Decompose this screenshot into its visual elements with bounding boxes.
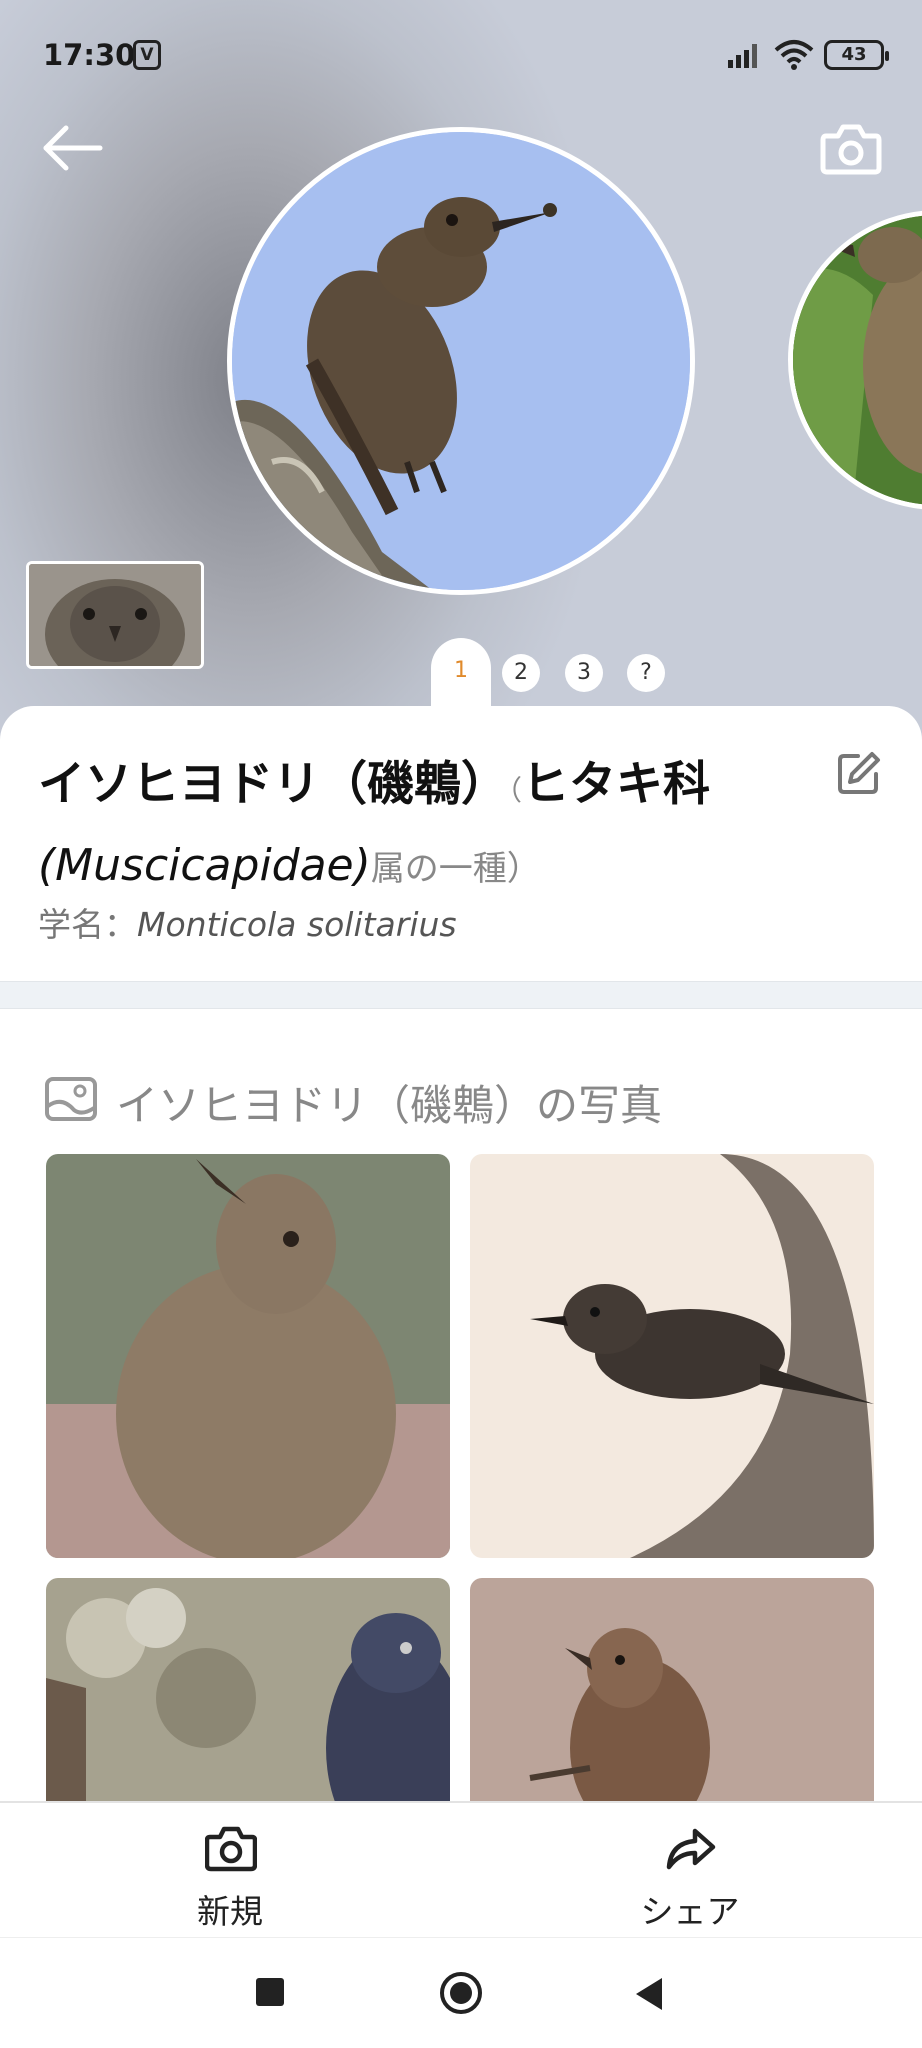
species-info-card: イソヒヨドリ（磯鵯）（ヒタキ科 (Muscicapidae)属の一種） 学名：Mo… bbox=[0, 706, 922, 981]
back-arrow-icon[interactable] bbox=[40, 118, 106, 178]
back-triangle-icon[interactable] bbox=[636, 1978, 662, 2010]
gallery-icon bbox=[45, 1077, 97, 1121]
species-title: イソヒヨドリ（磯鵯）（ヒタキ科 (Muscicapidae)属の一種） bbox=[38, 748, 838, 906]
status-bar: 17:30 V 43 bbox=[0, 0, 922, 110]
share-button-label: シェア bbox=[640, 1892, 740, 1931]
gallery-photo-4[interactable] bbox=[470, 1578, 874, 1801]
gallery-photo-2[interactable] bbox=[470, 1154, 874, 1558]
recents-icon[interactable] bbox=[256, 1978, 284, 2006]
gallery-photo-1[interactable] bbox=[46, 1154, 450, 1558]
new-button-label: 新規 bbox=[197, 1892, 263, 1931]
share-button[interactable]: シェア bbox=[590, 1803, 790, 1939]
new-button[interactable]: 新規 bbox=[130, 1803, 330, 1939]
photo-pager: 1 2 3 ? bbox=[0, 638, 922, 714]
gallery-photo-3[interactable] bbox=[46, 1578, 450, 1801]
species-name: イソヒヨドリ（磯鵯） bbox=[38, 757, 508, 812]
pager-dot-unknown[interactable]: ? bbox=[627, 654, 665, 692]
scientific-name-label: 学名： bbox=[38, 905, 137, 944]
family-suffix: 属の一種） bbox=[370, 849, 541, 889]
scientific-name: Monticola solitarius bbox=[137, 905, 457, 944]
family-name: ヒタキ科 bbox=[522, 757, 711, 812]
signal-icon bbox=[728, 44, 757, 68]
app-notification-icon: V bbox=[133, 40, 161, 70]
system-navigation-bar bbox=[0, 1937, 922, 2048]
next-bird-photo[interactable] bbox=[788, 210, 922, 510]
main-bird-photo[interactable] bbox=[227, 127, 695, 595]
camera-icon bbox=[205, 1826, 257, 1872]
family-open-paren: （ bbox=[508, 774, 523, 807]
bottom-action-bar: 新規 シェア bbox=[0, 1801, 922, 1937]
share-arrow-icon bbox=[666, 1828, 716, 1870]
wifi-icon bbox=[774, 40, 814, 70]
family-latin-name: (Muscicapidae) bbox=[38, 840, 371, 891]
status-time: 17:30 bbox=[43, 38, 136, 72]
battery-icon: 43 bbox=[824, 40, 889, 70]
species-hero: 17:30 V 43 1 2 3 ? bbox=[0, 0, 922, 760]
home-icon[interactable] bbox=[440, 1972, 482, 2014]
pager-dot-2[interactable]: 2 bbox=[502, 654, 540, 692]
camera-icon[interactable] bbox=[820, 120, 882, 176]
edit-icon[interactable] bbox=[836, 750, 882, 796]
photos-heading-text: イソヒヨドリ（磯鵯）の写真 bbox=[116, 1081, 663, 1130]
pager-dot-1[interactable]: 1 bbox=[431, 638, 491, 714]
section-divider bbox=[0, 981, 922, 1009]
scientific-name-row: 学名：Monticola solitarius bbox=[38, 898, 457, 946]
pager-dot-3[interactable]: 3 bbox=[565, 654, 603, 692]
